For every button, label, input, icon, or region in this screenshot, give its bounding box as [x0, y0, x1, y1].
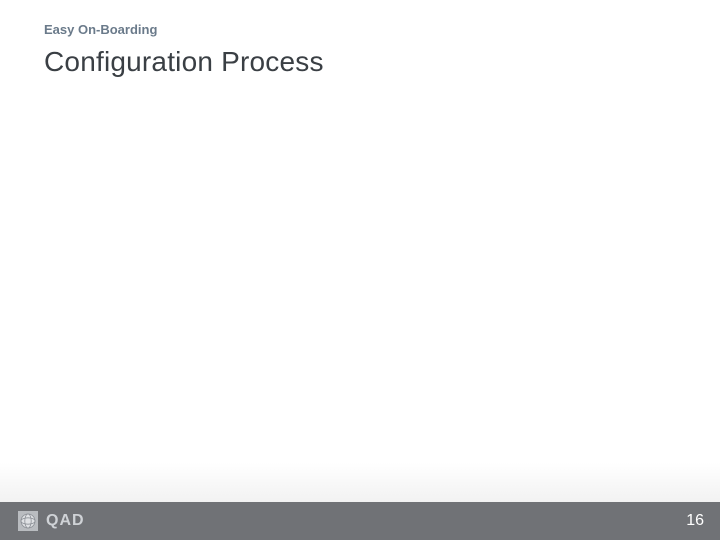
footer-logo: QAD	[18, 511, 85, 531]
footer-shadow	[0, 462, 720, 502]
slide-kicker: Easy On-Boarding	[44, 22, 157, 37]
page-number: 16	[686, 512, 704, 530]
slide-title: Configuration Process	[44, 46, 324, 78]
globe-icon	[18, 511, 38, 531]
slide-footer: QAD 16	[0, 502, 720, 540]
brand-text: QAD	[46, 512, 85, 530]
